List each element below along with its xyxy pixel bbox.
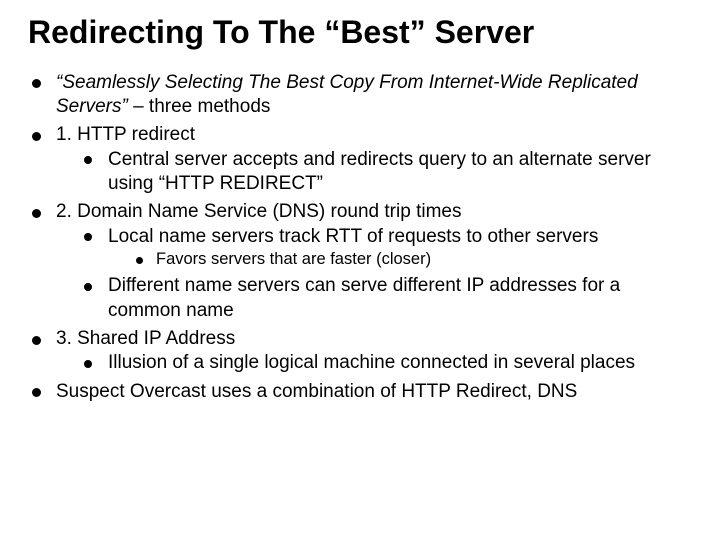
bullet-item: Different name servers can serve differe… [80, 274, 696, 323]
bullet-item: Suspect Overcast uses a combination of H… [28, 380, 696, 404]
bullet-sublist: Illusion of a single logical machine con… [80, 351, 696, 375]
bullet-sublist: Local name servers track RTT of requests… [80, 225, 696, 323]
bullet-sublist: Favors servers that are faster (closer) [132, 249, 696, 270]
bullet-text: Favors servers that are faster (closer) [156, 250, 431, 268]
bullet-text: 1. HTTP redirect [56, 124, 195, 145]
bullet-text: – three methods [128, 96, 271, 117]
bullet-text: Central server accepts and redirects que… [108, 149, 651, 194]
bullet-item: 1. HTTP redirect Central server accepts … [28, 123, 696, 196]
bullet-text: 2. Domain Name Service (DNS) round trip … [56, 201, 461, 222]
bullet-text: 3. Shared IP Address [56, 328, 235, 349]
bullet-text: Different name servers can serve differe… [108, 275, 620, 320]
slide: Redirecting To The “Best” Server “Seamle… [0, 0, 720, 540]
bullet-text: Illusion of a single logical machine con… [108, 352, 635, 373]
bullet-sublist: Central server accepts and redirects que… [80, 148, 696, 197]
bullet-item: Central server accepts and redirects que… [80, 148, 696, 197]
bullet-item: Favors servers that are faster (closer) [132, 249, 696, 270]
bullet-item: 2. Domain Name Service (DNS) round trip … [28, 200, 696, 323]
bullet-item: Illusion of a single logical machine con… [80, 351, 696, 375]
bullet-text: Local name servers track RTT of requests… [108, 226, 598, 247]
bullet-item: Local name servers track RTT of requests… [80, 225, 696, 271]
bullet-list: “Seamlessly Selecting The Best Copy From… [28, 71, 696, 404]
bullet-item: “Seamlessly Selecting The Best Copy From… [28, 71, 696, 120]
bullet-item: 3. Shared IP Address Illusion of a singl… [28, 327, 696, 376]
slide-title: Redirecting To The “Best” Server [28, 14, 668, 51]
bullet-text: Suspect Overcast uses a combination of H… [56, 381, 577, 402]
